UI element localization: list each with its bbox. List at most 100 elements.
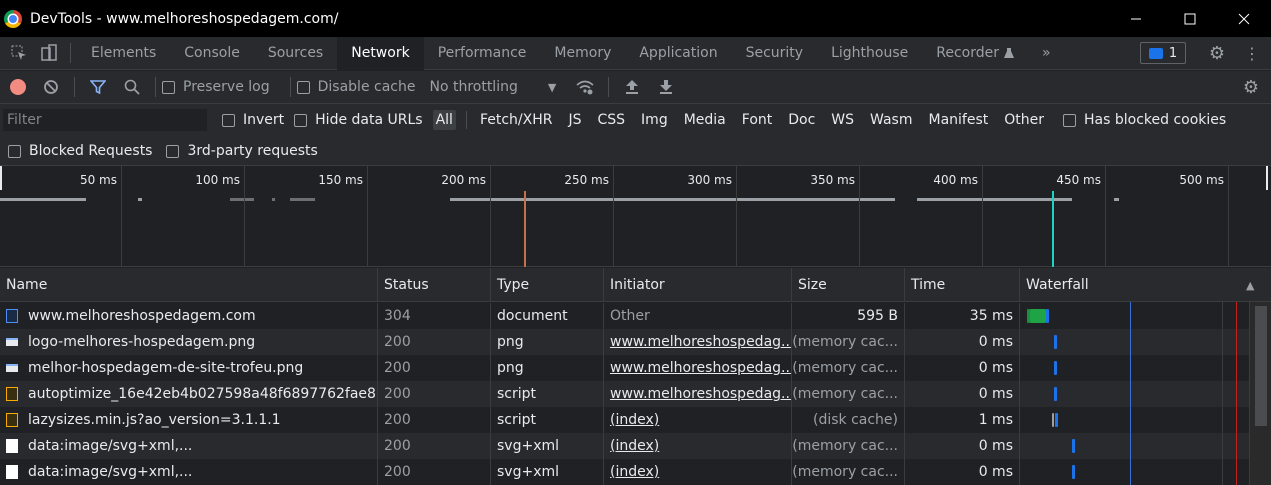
scrollbar-thumb[interactable] (1255, 306, 1267, 426)
filter-type-font[interactable]: Font (739, 110, 775, 130)
filter-type-ws[interactable]: WS (828, 110, 857, 130)
filter-type-media[interactable]: Media (681, 110, 729, 130)
blocked-requests-checkbox[interactable]: Blocked Requests (8, 143, 152, 159)
column-header-initiator[interactable]: Initiator (604, 268, 792, 302)
filter-placeholder: Filter (7, 112, 42, 128)
filter-toggle-button[interactable] (81, 71, 115, 104)
column-header-status[interactable]: Status (378, 268, 491, 302)
filter-type-wasm[interactable]: Wasm (867, 110, 915, 130)
checkbox-box (294, 113, 308, 127)
tab-network[interactable]: Network (337, 36, 424, 70)
tab-application[interactable]: Application (625, 37, 731, 70)
preserve-log-checkbox[interactable]: Preserve log (162, 79, 270, 95)
has-blocked-cookies-checkbox[interactable]: Has blocked cookies (1063, 112, 1226, 128)
initiator-value[interactable]: www.melhoreshospedag... (610, 386, 791, 402)
tab-sources[interactable]: Sources (254, 37, 337, 70)
cell-name[interactable]: autoptimize_16e42eb4b027598a48f6897762fa… (0, 381, 378, 407)
tab-memory[interactable]: Memory (540, 37, 625, 70)
initiator-value[interactable]: (index) (610, 464, 659, 480)
cell-name[interactable]: data:image/svg+xml,... (0, 433, 378, 459)
filter-type-manifest[interactable]: Manifest (926, 110, 992, 130)
filter-type-doc[interactable]: Doc (785, 110, 818, 130)
inspect-element-button[interactable] (4, 37, 34, 70)
third-party-requests-checkbox[interactable]: 3rd-party requests (166, 143, 318, 159)
cell-name[interactable]: www.melhoreshospedagem.com (0, 303, 378, 329)
tab-performance[interactable]: Performance (424, 37, 541, 70)
tab-security[interactable]: Security (732, 37, 818, 70)
column-header-size[interactable]: Size (792, 268, 905, 302)
cell-name[interactable]: lazysizes.min.js?ao_version=3.1.1.1 (0, 407, 378, 433)
overview-request-bar (450, 198, 895, 201)
filter-type-all[interactable]: All (432, 110, 456, 130)
filter-type-css[interactable]: CSS (594, 110, 628, 130)
table-row[interactable]: autoptimize_16e42eb4b027598a48f6897762fa… (0, 381, 1249, 407)
record-button[interactable] (10, 79, 26, 95)
overview-left-handle[interactable] (0, 166, 2, 190)
time-value: 0 ms (978, 386, 1013, 402)
initiator-value[interactable]: www.melhoreshospedag... (610, 360, 791, 376)
filter-type-other[interactable]: Other (1001, 110, 1047, 130)
disable-cache-checkbox[interactable]: Disable cache (296, 79, 415, 95)
cell-status: 200 (378, 329, 491, 355)
tab-console[interactable]: Console (170, 37, 254, 70)
cell-initiator[interactable]: www.melhoreshospedag... (604, 329, 792, 355)
cell-initiator[interactable]: www.melhoreshospedag... (604, 381, 792, 407)
waterfall-bar (1054, 361, 1057, 375)
column-header-name[interactable]: Name (0, 268, 378, 302)
cell-name[interactable]: melhor-hospedagem-de-site-trofeu.png (0, 355, 378, 381)
minimize-button[interactable] (1109, 0, 1163, 37)
gear-icon: ⚙ (1208, 42, 1226, 64)
cell-status: 200 (378, 459, 491, 485)
hide-data-urls-checkbox[interactable]: Hide data URLs (294, 112, 423, 128)
tab-recorder[interactable]: Recorder (922, 37, 1028, 70)
search-button[interactable] (115, 71, 149, 104)
table-row[interactable]: www.melhoreshospedagem.com 304 document Oth… (0, 303, 1249, 329)
cell-initiator[interactable]: (index) (604, 459, 792, 485)
filter-type-img[interactable]: Img (638, 110, 671, 130)
maximize-button[interactable] (1163, 0, 1217, 37)
tab-label: Performance (437, 45, 527, 61)
overview-tick-label: 100 ms (195, 173, 240, 187)
network-conditions-button[interactable] (568, 71, 602, 104)
export-har-button[interactable] (649, 71, 683, 104)
initiator-value[interactable]: (index) (610, 412, 659, 428)
tab-lighthouse[interactable]: Lighthouse (817, 37, 922, 70)
column-header-type[interactable]: Type (491, 268, 604, 302)
table-row[interactable]: logo-melhores-hospedagem.png 200 png www.me… (0, 329, 1249, 355)
more-tabs-button[interactable]: » (1028, 37, 1065, 70)
table-row[interactable]: data:image/svg+xml,... 200 svg+xml (index) (… (0, 433, 1249, 459)
clear-button[interactable] (34, 71, 68, 104)
filter-type-fetch-xhr[interactable]: Fetch/XHR (477, 110, 556, 130)
tab-label: Memory (554, 45, 612, 61)
size-value: (memory cac... (792, 334, 898, 350)
cell-initiator[interactable]: (index) (604, 433, 792, 459)
cell-name[interactable]: data:image/svg+xml,... (0, 459, 378, 485)
invert-checkbox[interactable]: Invert (222, 112, 284, 128)
device-toolbar-button[interactable] (34, 37, 64, 70)
table-row[interactable]: lazysizes.min.js?ao_version=3.1.1.1 200 sc… (0, 407, 1249, 433)
cell-initiator[interactable]: (index) (604, 407, 792, 433)
filter-type-js[interactable]: JS (565, 110, 584, 130)
network-overview[interactable]: 50 ms 100 ms 150 ms 200 ms 250 ms 300 ms 350 m… (0, 166, 1271, 267)
network-settings-button[interactable]: ⚙ (1234, 71, 1268, 104)
initiator-value[interactable]: www.melhoreshospedag... (610, 334, 791, 350)
cell-waterfall (1020, 303, 1249, 329)
cell-name[interactable]: logo-melhores-hospedagem.png (0, 329, 378, 355)
import-har-button[interactable] (615, 71, 649, 104)
initiator-value[interactable]: (index) (610, 438, 659, 454)
settings-button[interactable]: ⚙ (1202, 37, 1232, 70)
close-window-button[interactable] (1217, 0, 1271, 37)
overview-right-handle[interactable] (1266, 166, 1268, 190)
column-header-time[interactable]: Time (905, 268, 1020, 302)
cell-initiator[interactable]: www.melhoreshospedag... (604, 355, 792, 381)
customize-menu-button[interactable]: ⋮ (1237, 37, 1267, 70)
filter-input[interactable]: Filter (3, 109, 207, 131)
table-row[interactable]: melhor-hospedagem-de-site-trofeu.png 200 p… (0, 355, 1249, 381)
table-scrollbar[interactable] (1249, 302, 1271, 485)
issues-badge[interactable]: 1 (1140, 42, 1186, 64)
status-value: 200 (384, 464, 411, 480)
tab-elements[interactable]: Elements (77, 37, 170, 70)
throttling-select[interactable]: No throttling ▼ (429, 79, 556, 95)
column-header-waterfall[interactable]: Waterfall ▲ (1020, 268, 1271, 302)
table-row[interactable]: data:image/svg+xml,... 200 svg+xml (index) (… (0, 459, 1249, 485)
